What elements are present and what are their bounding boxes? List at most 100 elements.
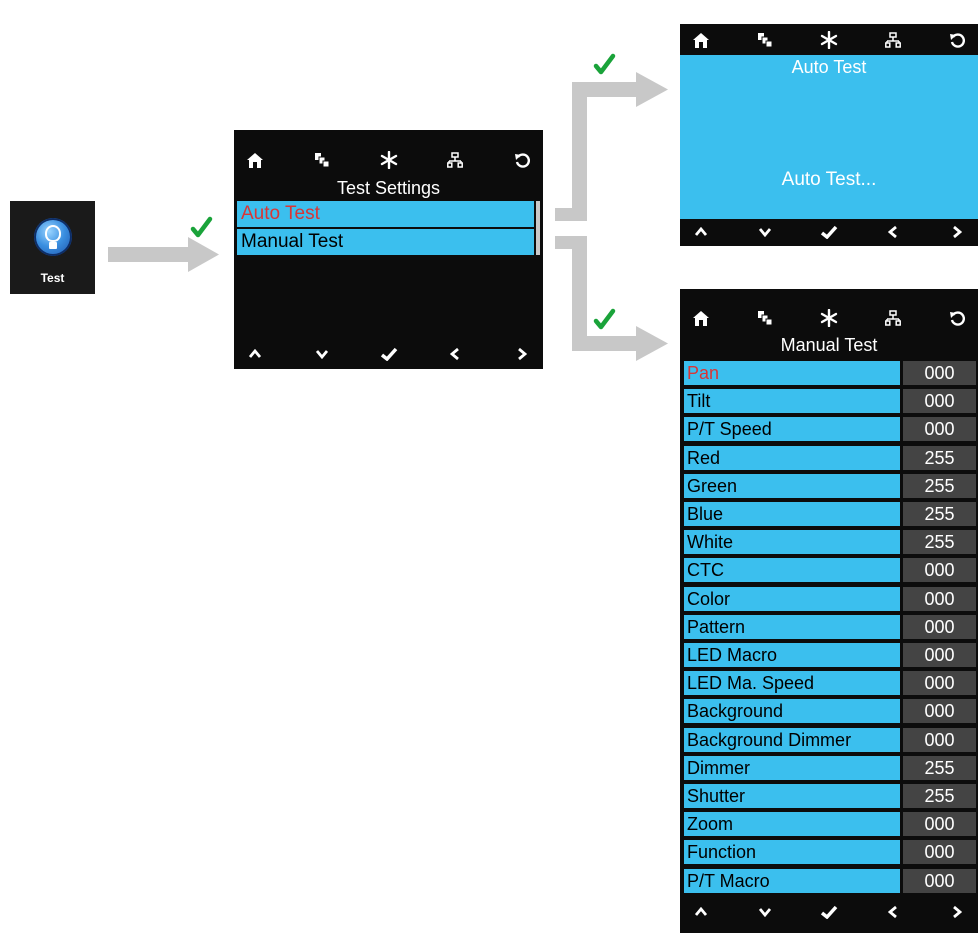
manual-test-row[interactable]: Red 255	[684, 445, 976, 470]
arrow-launcher-to-settings	[108, 237, 219, 272]
parameter-value[interactable]: 000	[903, 699, 976, 724]
auto-test-panel: Auto Test Auto Test...	[680, 55, 978, 219]
network-icon[interactable]	[882, 307, 904, 329]
check-icon	[593, 53, 616, 75]
parameter-label: Pattern	[684, 614, 900, 639]
manual-test-row[interactable]: Shutter 255	[684, 784, 976, 808]
scrollbar[interactable]	[536, 201, 540, 255]
parameter-label: CTC	[684, 558, 900, 583]
arrow-settings-to-manual	[555, 236, 668, 361]
confirm-check-icon[interactable]	[378, 343, 400, 365]
confirm-check-icon[interactable]	[818, 221, 840, 243]
home-icon[interactable]	[690, 29, 712, 51]
parameter-label: Dimmer	[684, 755, 900, 780]
parameter-label: P/T Macro	[684, 868, 900, 893]
manual-test-row[interactable]: LED Ma. Speed 000	[684, 671, 976, 696]
parameter-label: P/T Speed	[684, 417, 900, 442]
asterisk-icon[interactable]	[818, 29, 840, 51]
left-arrow-icon[interactable]	[882, 221, 904, 243]
down-arrow-icon[interactable]	[754, 901, 776, 923]
manual-test-row[interactable]: Dimmer 255	[684, 755, 976, 780]
parameter-value[interactable]: 000	[903, 671, 976, 696]
right-arrow-icon[interactable]	[946, 901, 968, 923]
parameter-label: Red	[684, 445, 900, 470]
left-arrow-icon[interactable]	[444, 343, 466, 365]
parameter-label: Green	[684, 473, 900, 498]
down-arrow-icon[interactable]	[311, 343, 333, 365]
refresh-icon[interactable]	[511, 149, 533, 171]
layers-icon[interactable]	[754, 307, 776, 329]
layers-icon[interactable]	[311, 149, 333, 171]
parameter-value[interactable]: 000	[903, 643, 976, 667]
parameter-label: LED Ma. Speed	[684, 671, 900, 696]
parameter-value[interactable]: 255	[903, 784, 976, 808]
manual-test-row[interactable]: White 255	[684, 530, 976, 555]
manual-test-row[interactable]: Tilt 000	[684, 389, 976, 414]
refresh-icon[interactable]	[946, 307, 968, 329]
manual-test-row[interactable]: LED Macro 000	[684, 643, 976, 667]
manual-test-row[interactable]: P/T Speed 000	[684, 417, 976, 442]
parameter-value[interactable]: 000	[903, 840, 976, 865]
manual-test-row[interactable]: Blue 255	[684, 502, 976, 526]
parameter-label: Color	[684, 586, 900, 611]
home-icon[interactable]	[690, 307, 712, 329]
manual-test-row[interactable]: Color 000	[684, 586, 976, 611]
launcher-label: Test	[40, 271, 65, 285]
parameter-label: Blue	[684, 502, 900, 526]
parameter-value[interactable]: 000	[903, 812, 976, 837]
screen-title: Test Settings	[336, 178, 441, 198]
layers-icon[interactable]	[754, 29, 776, 51]
check-icon	[593, 308, 616, 330]
parameter-label: Shutter	[684, 784, 900, 808]
parameter-value[interactable]: 000	[903, 868, 976, 893]
manual-test-list: Pan 000 Tilt 000 P/T Speed 000 Red 255 Green 255 B…	[680, 361, 978, 901]
manual-test-row[interactable]: Background 000	[684, 699, 976, 724]
network-icon[interactable]	[444, 149, 466, 171]
down-arrow-icon[interactable]	[754, 221, 776, 243]
parameter-value[interactable]: 000	[903, 614, 976, 639]
network-icon[interactable]	[882, 29, 904, 51]
parameter-value[interactable]: 255	[903, 445, 976, 470]
up-arrow-icon[interactable]	[244, 343, 266, 365]
home-icon[interactable]	[244, 149, 266, 171]
manual-test-row[interactable]: P/T Macro 000	[684, 868, 976, 893]
parameter-value[interactable]: 000	[903, 389, 976, 414]
parameter-value[interactable]: 000	[903, 586, 976, 611]
menu-item-manual-test[interactable]: Manual Test	[237, 229, 534, 255]
manual-test-row[interactable]: Green 255	[684, 473, 976, 498]
parameter-value[interactable]: 255	[903, 530, 976, 555]
confirm-check-icon[interactable]	[818, 901, 840, 923]
parameter-value[interactable]: 000	[903, 417, 976, 442]
parameter-value[interactable]: 255	[903, 473, 976, 498]
parameter-value[interactable]: 255	[903, 502, 976, 526]
manual-test-row[interactable]: Background Dimmer 000	[684, 727, 976, 752]
manual-test-row[interactable]: Function 000	[684, 840, 976, 865]
left-arrow-icon[interactable]	[882, 901, 904, 923]
manual-test-row[interactable]: Pan 000	[684, 361, 976, 385]
refresh-icon[interactable]	[946, 29, 968, 51]
parameter-value[interactable]: 255	[903, 755, 976, 780]
right-arrow-icon[interactable]	[511, 343, 533, 365]
parameter-value[interactable]: 000	[903, 727, 976, 752]
manual-test-row[interactable]: Pattern 000	[684, 614, 976, 639]
manual-test-screen: Manual Test Pan 000 Tilt 000 P/T Speed 000 Red…	[680, 289, 978, 933]
right-arrow-icon[interactable]	[946, 221, 968, 243]
parameter-label: Zoom	[684, 812, 900, 837]
auto-test-status: Auto Test...	[781, 169, 877, 190]
test-launcher-icon[interactable]: Test	[10, 201, 95, 294]
up-arrow-icon[interactable]	[690, 901, 712, 923]
asterisk-icon[interactable]	[818, 307, 840, 329]
parameter-label: LED Macro	[684, 643, 900, 667]
parameter-label: Tilt	[684, 389, 900, 414]
asterisk-icon[interactable]	[378, 149, 400, 171]
lightbulb-icon	[34, 218, 72, 256]
manual-test-row[interactable]: Zoom 000	[684, 812, 976, 837]
parameter-label: Background	[684, 699, 900, 724]
parameter-value[interactable]: 000	[903, 558, 976, 583]
menu-item-auto-test[interactable]: Auto Test	[237, 201, 534, 227]
up-arrow-icon[interactable]	[690, 221, 712, 243]
parameter-value[interactable]: 000	[903, 361, 976, 385]
arrow-settings-to-auto	[555, 72, 668, 221]
manual-test-row[interactable]: CTC 000	[684, 558, 976, 583]
parameter-label: Background Dimmer	[684, 727, 900, 752]
